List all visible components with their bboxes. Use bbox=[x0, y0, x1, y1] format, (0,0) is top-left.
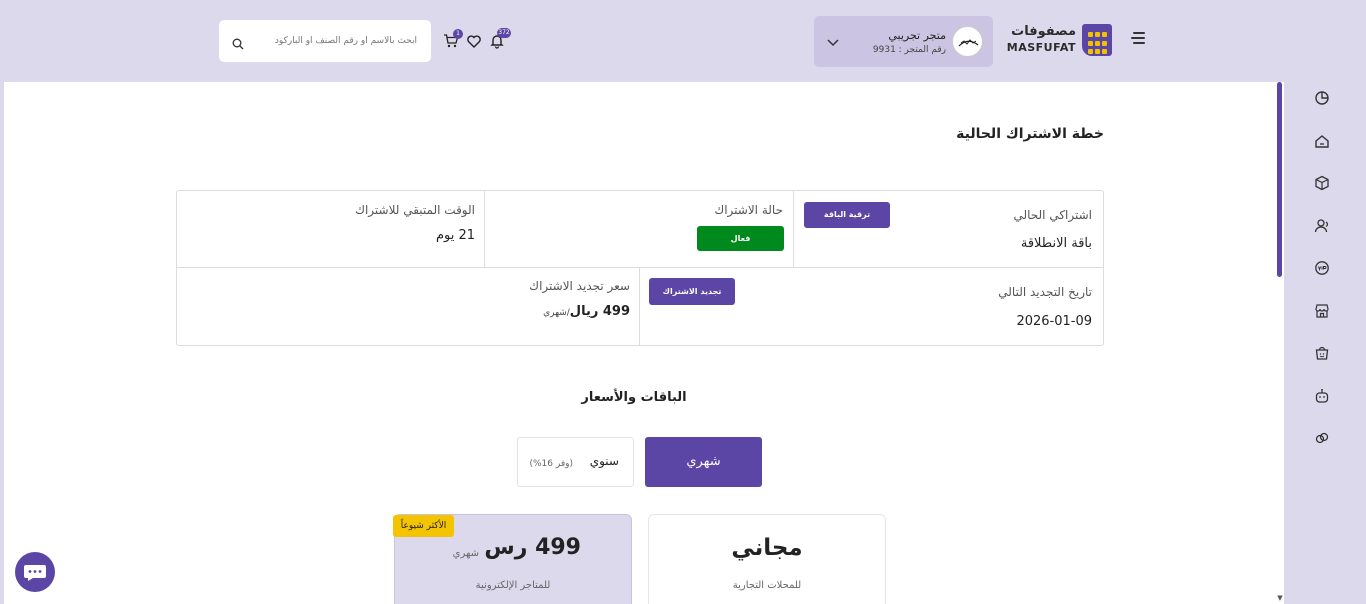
users-icon[interactable] bbox=[1314, 218, 1330, 234]
status-label: حالة الاشتراك bbox=[714, 203, 783, 217]
logo-text-ar: مصفوفات bbox=[1011, 24, 1076, 39]
logo-text-en: MASFUFAT bbox=[1006, 41, 1076, 54]
upgrade-plan-button[interactable]: ترقية الباقة bbox=[804, 202, 890, 228]
link-icon[interactable] bbox=[1314, 430, 1330, 446]
divider bbox=[639, 267, 640, 345]
cart-badge: 1 bbox=[453, 29, 463, 39]
logo-mark bbox=[1082, 24, 1112, 56]
plan-price: مجاني bbox=[731, 535, 803, 561]
toggle-yearly-label: سنوي bbox=[589, 454, 619, 468]
box-icon[interactable] bbox=[1314, 175, 1330, 191]
robot-icon[interactable] bbox=[1314, 388, 1330, 404]
current-plan-label: اشتراكي الحالي bbox=[1013, 208, 1092, 222]
subscription-table: اشتراكي الحالي باقة الانطلاقة ترقية البا… bbox=[176, 190, 1104, 346]
sidebar bbox=[1284, 82, 1366, 604]
plan-period: شهري bbox=[452, 548, 479, 559]
logo[interactable]: مصفوفات MASFUFAT bbox=[1007, 24, 1112, 58]
renewal-date-value: 2026-01-09 bbox=[1016, 314, 1092, 329]
store-number: رقم المتجر : 9931 bbox=[872, 45, 946, 55]
divider bbox=[793, 191, 794, 267]
plan-description: للمحلات التجارية bbox=[732, 580, 802, 591]
popular-badge: الأكثر شيوعاً bbox=[393, 515, 454, 537]
divider bbox=[484, 191, 485, 267]
renewal-date-label: تاريخ التجديد التالي bbox=[998, 285, 1092, 299]
chat-icon bbox=[24, 565, 46, 581]
remaining-time-value: 21 يوم bbox=[435, 228, 475, 243]
renewal-price-value: 499 ريال/شهري bbox=[543, 304, 630, 319]
home-icon[interactable] bbox=[1314, 133, 1330, 149]
plans-title: الباقات والأسعار bbox=[581, 390, 687, 405]
chat-button[interactable] bbox=[15, 552, 55, 592]
status-badge: فعال bbox=[697, 226, 784, 251]
remaining-time-label: الوقت المتبقي للاشتراك bbox=[355, 203, 475, 217]
top-header: مصفوفات MASFUFAT متجر تجريبي رقم المتجر … bbox=[0, 0, 1366, 82]
scrollbar-thumb[interactable] bbox=[1277, 82, 1282, 277]
heart-icon[interactable] bbox=[466, 33, 482, 49]
notifications-badge: 372 bbox=[497, 28, 511, 38]
scroll-down-arrow[interactable]: ▼ bbox=[1276, 594, 1284, 602]
store-icon[interactable] bbox=[1314, 303, 1330, 319]
store-switcher[interactable]: متجر تجريبي رقم المتجر : 9931 bbox=[814, 16, 993, 67]
toggle-yearly-save: (وفر 16%) bbox=[529, 459, 573, 469]
smile-bag-icon[interactable] bbox=[1314, 345, 1330, 361]
divider bbox=[177, 267, 1103, 268]
dashboard-icon[interactable] bbox=[1314, 90, 1330, 106]
toggle-monthly[interactable]: شهري bbox=[645, 437, 762, 487]
chevron-down-icon[interactable] bbox=[826, 34, 840, 48]
search-box bbox=[219, 20, 431, 62]
toggle-yearly[interactable]: سنوي (وفر 16%) bbox=[517, 437, 634, 487]
page-title: خطة الاشتراك الحالية bbox=[956, 126, 1104, 142]
store-name: متجر تجريبي bbox=[888, 29, 946, 42]
plan-description: للمتاجر الإلكترونية bbox=[475, 580, 551, 591]
search-icon[interactable] bbox=[232, 35, 244, 50]
renewal-price-period: /شهري bbox=[543, 308, 570, 318]
main-content: ▼ خطة الاشتراك الحالية اشتراكي الحالي با… bbox=[4, 82, 1284, 604]
plan-card-free[interactable]: مجاني للمحلات التجارية bbox=[648, 514, 886, 604]
plan-price: 499 رس bbox=[484, 535, 581, 560]
renewal-price-label: سعر تجديد الاشتراك bbox=[529, 279, 630, 293]
vip-icon[interactable] bbox=[1314, 260, 1330, 276]
store-avatar bbox=[952, 26, 983, 57]
renew-subscription-button[interactable]: تجديد الاشتراك bbox=[649, 278, 735, 305]
renewal-price-amount: 499 ريال bbox=[569, 304, 630, 319]
current-plan-value: باقة الانطلاقة bbox=[1020, 236, 1092, 251]
search-input[interactable] bbox=[247, 32, 417, 50]
menu-icon[interactable] bbox=[1131, 32, 1147, 46]
